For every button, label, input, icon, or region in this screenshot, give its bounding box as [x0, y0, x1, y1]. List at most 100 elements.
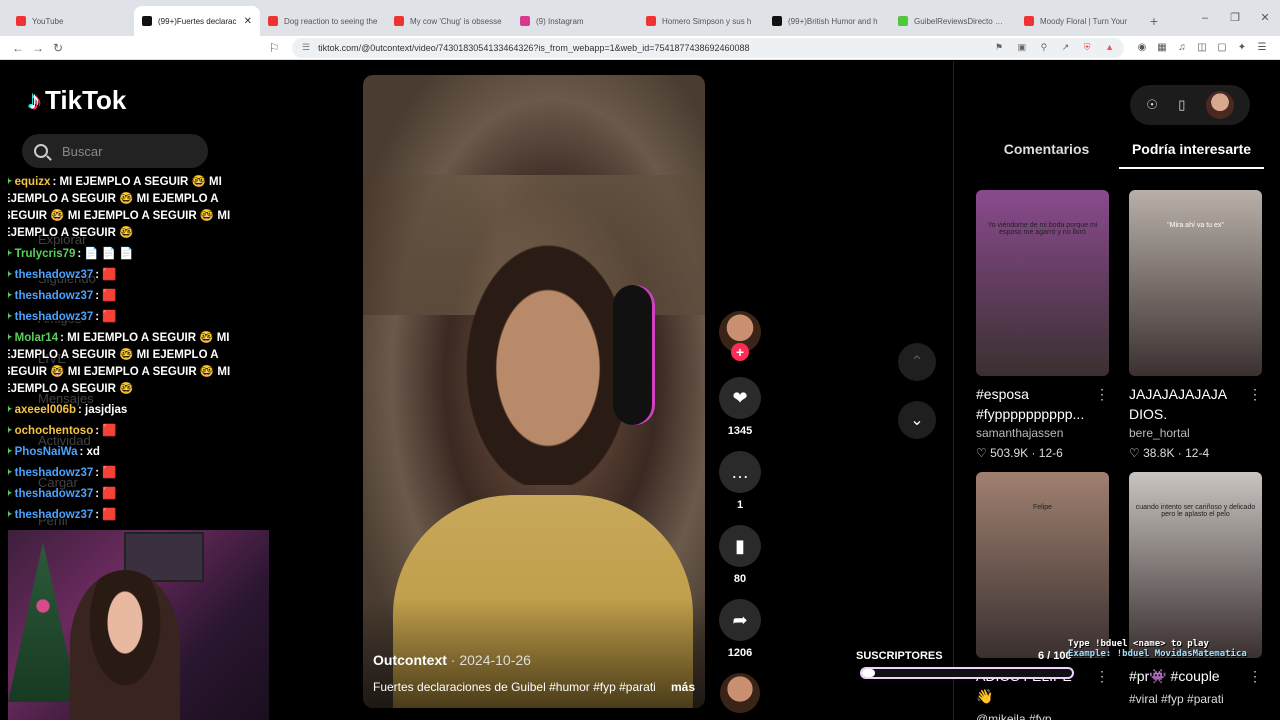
extension-icon[interactable]: ◉ — [1132, 42, 1152, 53]
more-options-icon[interactable]: ⋮ — [1095, 666, 1109, 706]
video-author[interactable]: Outcontext · 2024-10-26 — [373, 652, 531, 668]
minimize-icon[interactable]: – — [1190, 0, 1220, 36]
chat-message: ✦equizx: MI EJEMPLO A SEGUIR 🤓 MI EJEMPL… — [8, 174, 263, 242]
wallet-icon[interactable]: ▢ — [1212, 42, 1232, 53]
author-name[interactable]: Outcontext — [373, 652, 447, 668]
maximize-icon[interactable]: ❐ — [1220, 0, 1250, 36]
close-window-icon[interactable]: ✕ — [1250, 0, 1280, 36]
profile-avatar[interactable] — [1205, 91, 1234, 119]
sound-avatar[interactable] — [720, 673, 760, 713]
puzzle-icon[interactable]: ▦ — [1152, 42, 1172, 53]
tab-title: (99+)Fuertes declarac — [158, 16, 237, 26]
video-thumbnail[interactable]: "Mira ahí va tu ex" — [1129, 190, 1262, 376]
more-options-icon[interactable]: ⋮ — [1095, 384, 1109, 424]
tab-favicon-icon — [16, 16, 26, 26]
new-tab-button[interactable]: + — [1142, 6, 1166, 36]
comment-button[interactable]: … — [719, 451, 761, 493]
save-count: 80 — [733, 573, 747, 585]
compass-icon[interactable]: ☉ — [1146, 97, 1158, 113]
tiktok-logo[interactable]: ♪ TikTok — [28, 85, 126, 116]
chat-badge-icon: ✦ — [8, 467, 13, 479]
game-example: Example: !bduel MovidasMatematica — [1068, 649, 1247, 659]
share-count: 1206 — [727, 647, 753, 659]
streamer — [70, 570, 180, 720]
subs-label: SUSCRIPTORES — [856, 650, 943, 662]
address-bar[interactable]: ☰ tiktok.com/@0utcontext/video/743018305… — [292, 37, 1124, 58]
close-tab-icon[interactable]: ✕ — [244, 16, 252, 27]
heart-outline-icon: ♡ — [1129, 446, 1144, 460]
card-title[interactable]: JAJAJAJAJAJA DIOS. — [1129, 384, 1244, 424]
chat-badge-icon: ✦ — [8, 488, 13, 500]
more-options-icon[interactable]: ⋮ — [1248, 384, 1262, 424]
chat-username: ochochentoso — [14, 425, 94, 437]
phone-icon[interactable]: ▯ — [1178, 97, 1185, 113]
chat-text: : 🟥 — [95, 425, 117, 437]
video-card[interactable]: FelipeADIOS FELIPE 👋⋮@mikeila #fyp... — [976, 472, 1109, 720]
more-button[interactable]: más — [671, 680, 695, 694]
browser-tab[interactable]: My cow 'Chug' is obsesse — [386, 6, 512, 36]
browser-tab[interactable]: (9) Instagram — [512, 6, 638, 36]
menu-icon[interactable]: ☰ — [1252, 42, 1272, 53]
card-author[interactable]: samanthajassen — [976, 426, 1109, 440]
previous-video-button[interactable]: ⌃ — [898, 343, 936, 381]
tab-favicon-icon — [646, 16, 656, 26]
card-stats: @mikeila #fyp... — [976, 712, 1109, 720]
share-button[interactable]: ➦ — [719, 599, 761, 641]
chevron-down-icon: ⌄ — [910, 412, 924, 429]
browser-tab[interactable]: (99+)British Humor and h — [764, 6, 890, 36]
video-player[interactable]: Outcontext · 2024-10-26 Fuertes declarac… — [363, 75, 705, 708]
chat-text: : 🟥 — [95, 467, 117, 479]
browser-tab[interactable]: Moody Floral | Turn Your — [1016, 6, 1142, 36]
bookmark-icon[interactable]: ⚐ — [264, 41, 284, 55]
site-info-icon[interactable]: ☰ — [302, 42, 310, 53]
more-options-icon[interactable]: ⋮ — [1248, 666, 1262, 686]
browser-tabstrip: YouTube (99+)Fuertes declarac ✕ Dog reactio… — [0, 0, 1280, 36]
shield-icon[interactable]: ⛨ — [1084, 42, 1091, 52]
chat-username: theshadowz37 — [14, 509, 94, 521]
card-author[interactable]: bere_hortal — [1129, 426, 1262, 440]
zoom-icon[interactable]: ⚲ — [1041, 42, 1048, 52]
translate-icon[interactable]: ⚑ — [995, 42, 1003, 52]
cast-icon[interactable]: ▣ — [1018, 42, 1027, 52]
share-icon[interactable]: ↗ — [1062, 42, 1070, 52]
like-button[interactable]: ❤ — [719, 377, 761, 419]
browser-tab[interactable]: Dog reaction to seeing the — [260, 6, 386, 36]
media-icon[interactable]: ♫ — [1172, 42, 1192, 53]
chat-badge-icon: ✦ — [8, 176, 13, 188]
video-card[interactable]: "Mira ahí va tu ex" JAJAJAJAJAJA DIOS. ⋮ be… — [1129, 190, 1262, 460]
sidebar-icon[interactable]: ◫ — [1192, 42, 1212, 53]
back-icon[interactable]: ← — [8, 41, 28, 55]
video-card[interactable]: Yo viéndome de mi boda porque mi esposo … — [976, 190, 1109, 460]
browser-tab[interactable]: YouTube — [8, 6, 134, 36]
video-card[interactable]: cuando intento ser cariñoso y delicado p… — [1129, 472, 1262, 720]
save-button[interactable]: ▮ — [719, 525, 761, 567]
video-thumbnail[interactable]: Felipe — [976, 472, 1109, 658]
next-video-button[interactable]: ⌄ — [898, 401, 936, 439]
thumbnail-text: Felipe — [1032, 504, 1053, 511]
chat-username: equizx — [14, 176, 51, 188]
browser-tab[interactable]: GuibelReviewsDirecto Stre — [890, 6, 1016, 36]
card-title[interactable]: #esposa #fypppppppppp... — [976, 384, 1091, 424]
tab-comentarios[interactable]: Comentarios — [974, 141, 1119, 169]
tab-podria-interesarte[interactable]: Podría interesarte — [1119, 141, 1264, 169]
ai-icon[interactable]: ✦ — [1232, 42, 1252, 53]
rewards-icon[interactable]: ▲ — [1105, 42, 1114, 52]
tab-favicon-icon — [1024, 16, 1034, 26]
chat-text: : 🟥 — [95, 488, 117, 500]
browser-toolbar: ← → ↻ ⚐ ☰ tiktok.com/@0utcontext/video/7… — [0, 36, 1280, 60]
search-input[interactable]: Buscar — [22, 134, 208, 168]
chat-text: : 🟥 — [95, 269, 117, 281]
browser-tab[interactable]: (99+)Fuertes declarac ✕ — [134, 6, 260, 36]
forward-icon[interactable]: → — [28, 41, 48, 55]
video-thumbnail[interactable]: Yo viéndome de mi boda porque mi esposo … — [976, 190, 1109, 376]
video-thumbnail[interactable]: cuando intento ser cariñoso y delicado p… — [1129, 472, 1262, 658]
follow-plus-icon[interactable]: + — [731, 343, 749, 361]
reload-icon[interactable]: ↻ — [48, 41, 68, 55]
card-title[interactable]: #pr👾 #couple — [1129, 666, 1244, 686]
subs-count: 6 / 100 — [1038, 650, 1072, 662]
action-bar: + ❤ 1345 … 1 ▮ 80 ➦ 1206 — [718, 311, 762, 713]
tab-favicon-icon — [142, 16, 152, 26]
chat-text: : 🟥 — [95, 290, 117, 302]
browser-tab[interactable]: Homero Simpson y sus h — [638, 6, 764, 36]
author-avatar[interactable]: + — [719, 311, 761, 361]
